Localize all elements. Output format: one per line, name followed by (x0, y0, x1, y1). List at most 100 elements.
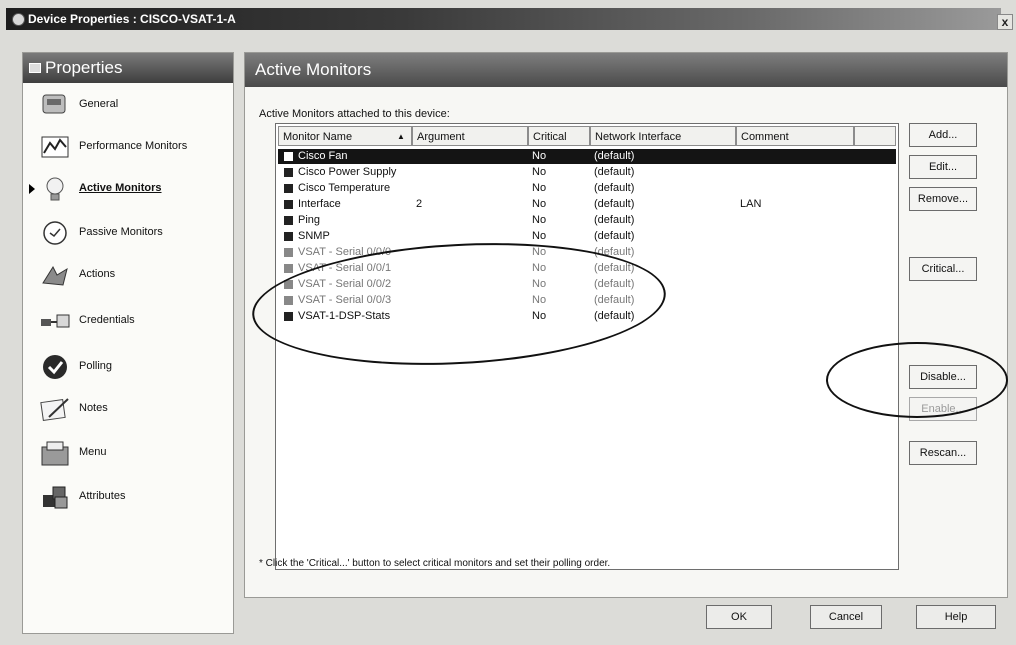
properties-icon (29, 63, 41, 73)
monitor-argument: 2 (416, 198, 423, 210)
monitors-table[interactable]: Monitor Name ▲ Argument Critical Network… (275, 123, 899, 570)
help-button[interactable]: Help (916, 605, 996, 629)
disable-button[interactable]: Disable... (909, 365, 977, 389)
sidebar-item-label: Notes (79, 402, 108, 414)
monitor-name: VSAT-1-DSP-Stats (298, 310, 391, 322)
add-button[interactable]: Add... (909, 123, 977, 147)
sidebar-item-label: Attributes (79, 490, 126, 502)
sort-ascending-icon: ▲ (397, 132, 405, 141)
monitor-name: VSAT - Serial 0/0/0 (298, 246, 392, 258)
sidebar-item-notes[interactable]: Notes (39, 393, 229, 427)
table-row[interactable]: Interface 2 No (default) LAN (278, 197, 896, 212)
monitor-critical: No (532, 198, 547, 210)
table-row[interactable]: VSAT - Serial 0/0/0 No (default) (278, 245, 896, 260)
monitor-type-icon (284, 232, 293, 241)
monitor-interface: (default) (594, 214, 635, 226)
monitor-type-icon (284, 152, 293, 161)
monitor-type-icon (284, 296, 293, 305)
table-row[interactable]: VSAT - Serial 0/0/2 No (default) (278, 277, 896, 292)
performance-icon (41, 136, 69, 158)
sidebar-item-performance-monitors[interactable]: Performance Monitors (39, 131, 229, 165)
monitor-interface: (default) (594, 262, 635, 274)
monitor-interface: (default) (594, 310, 635, 322)
monitor-name: VSAT - Serial 0/0/3 (298, 294, 392, 306)
selected-arrow-icon (29, 184, 35, 194)
passive-icon (43, 221, 67, 245)
remove-button[interactable]: Remove... (909, 187, 977, 211)
sidebar-item-menu[interactable]: Menu (39, 437, 229, 471)
sidebar-item-label: Active Monitors (79, 182, 162, 194)
sidebar-item-polling[interactable]: Polling (39, 351, 229, 385)
monitor-critical: No (532, 182, 547, 194)
sidebar-item-credentials[interactable]: Credentials (39, 305, 229, 339)
credentials-icon (41, 314, 70, 328)
sidebar-item-label: Polling (79, 360, 113, 372)
footnote: * Click the 'Critical...' button to sele… (259, 558, 611, 569)
critical-button[interactable]: Critical... (909, 257, 977, 281)
monitor-interface: (default) (594, 150, 635, 162)
table-row[interactable]: VSAT - Serial 0/0/1 No (default) (278, 261, 896, 276)
monitor-type-icon (284, 200, 293, 209)
cancel-button[interactable]: Cancel (810, 605, 882, 629)
panel-title: Active Monitors (255, 60, 372, 79)
monitor-critical: No (532, 166, 547, 178)
monitor-name: Cisco Temperature (298, 182, 391, 194)
table-row[interactable]: Cisco Temperature No (default) (278, 181, 896, 196)
monitor-name: VSAT - Serial 0/0/2 (298, 278, 392, 290)
monitor-critical: No (532, 246, 547, 258)
table-row[interactable]: VSAT - Serial 0/0/3 No (default) (278, 293, 896, 308)
window-title: Device Properties : CISCO-VSAT-1-A (28, 12, 236, 26)
monitor-interface: (default) (594, 182, 635, 194)
sidebar-item-label: Menu (79, 446, 107, 458)
sidebar-title: Properties (45, 58, 123, 77)
sidebar-header: Properties (23, 53, 233, 83)
monitor-type-icon (284, 312, 293, 321)
monitor-critical: No (532, 230, 547, 242)
monitor-type-icon (284, 280, 293, 289)
monitor-name: VSAT - Serial 0/0/1 (298, 262, 392, 274)
polling-icon (43, 355, 67, 379)
monitor-critical: No (532, 150, 547, 162)
monitor-critical: No (532, 310, 547, 322)
monitor-name: SNMP (298, 230, 330, 242)
column-header-argument[interactable]: Argument (412, 126, 528, 146)
close-button[interactable]: x (997, 14, 1013, 30)
column-header-empty (854, 126, 896, 146)
column-header-critical[interactable]: Critical (528, 126, 590, 146)
sidebar-item-attributes[interactable]: Attributes (39, 481, 229, 515)
sidebar-item-active-monitors[interactable]: Active Monitors (27, 173, 229, 207)
sidebar-item-general[interactable]: General (39, 89, 229, 123)
monitor-type-icon (284, 248, 293, 257)
sidebar-item-label: General (79, 98, 119, 110)
monitor-type-icon (284, 168, 293, 177)
sidebar-item-actions[interactable]: Actions (39, 259, 229, 293)
monitor-interface: (default) (594, 278, 635, 290)
table-row[interactable]: Cisco Power Supply No (default) (278, 165, 896, 180)
table-row[interactable]: Ping No (default) (278, 213, 896, 228)
table-row[interactable]: VSAT-1-DSP-Stats No (default) (278, 309, 896, 324)
sidebar-item-passive-monitors[interactable]: Passive Monitors (39, 217, 229, 251)
column-header-monitor-name[interactable]: Monitor Name ▲ (278, 126, 412, 146)
app-icon (12, 13, 25, 26)
active-monitors-panel: Active Monitors Active Monitors attached… (244, 52, 1008, 598)
column-header-network-interface[interactable]: Network Interface (590, 126, 736, 146)
monitor-name: Cisco Fan (298, 150, 348, 162)
edit-button[interactable]: Edit... (909, 155, 977, 179)
table-row[interactable]: SNMP No (default) (278, 229, 896, 244)
ok-button[interactable]: OK (706, 605, 772, 629)
monitor-name: Interface (298, 198, 341, 210)
sidebar-item-label: Performance Monitors (79, 140, 188, 152)
monitor-interface: (default) (594, 230, 635, 242)
monitor-critical: No (532, 262, 547, 274)
monitor-type-icon (284, 264, 293, 273)
attributes-icon (43, 486, 68, 509)
table-row[interactable]: Cisco Fan No (default) (278, 149, 896, 164)
enable-button[interactable]: Enable... (909, 397, 977, 421)
properties-sidebar: Properties General Performance Monitors … (22, 52, 234, 634)
rescan-button[interactable]: Rescan... (909, 441, 977, 465)
general-icon (42, 94, 66, 114)
monitor-type-icon (284, 184, 293, 193)
column-header-comment[interactable]: Comment (736, 126, 854, 146)
monitor-name: Cisco Power Supply (298, 166, 397, 178)
monitor-interface: (default) (594, 294, 635, 306)
